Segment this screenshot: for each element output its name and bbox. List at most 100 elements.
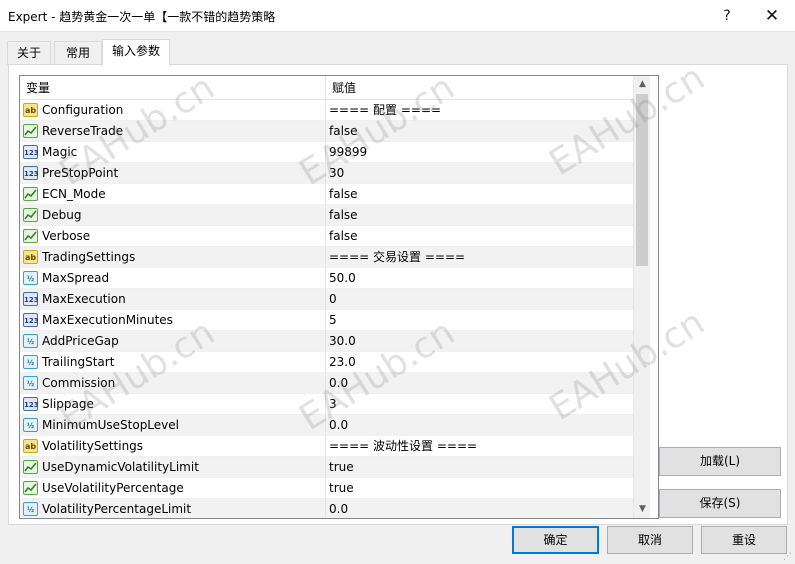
inputs-panel: 变量 赋值 ab Configuration ==== 配置 ==== Reverse… [8, 64, 788, 525]
close-button[interactable]: ✕ [757, 4, 787, 28]
table-row[interactable]: ReverseTrade false [20, 121, 633, 142]
table-row[interactable]: 123 Magic 99899 [20, 142, 633, 163]
parameter-value[interactable]: false [326, 121, 633, 142]
resize-grip-icon[interactable]: ⋰ [783, 552, 793, 562]
title-bar: Expert - 趋势黄金一次一单【一款不错的趋势策略 ? ✕ [0, 0, 795, 32]
parameter-name: VolatilityPercentageLimit [42, 502, 192, 516]
table-row[interactable]: 123 MaxExecutionMinutes 5 [20, 310, 633, 331]
parameter-name-cell: UseVolatilityPercentage [20, 478, 326, 499]
scrollbar-thumb[interactable] [636, 94, 648, 266]
double-type-icon: ½ [23, 418, 38, 432]
double-type-icon: ½ [23, 502, 38, 516]
parameter-name: MaxExecution [42, 292, 126, 306]
parameter-name-cell: ab TradingSettings [20, 247, 326, 268]
table-row[interactable]: ab TradingSettings ==== 交易设置 ==== [20, 247, 633, 268]
parameter-value[interactable]: 5 [326, 310, 633, 331]
parameter-name-cell: Debug [20, 205, 326, 226]
string-type-icon: ab [23, 250, 38, 264]
parameter-name: Debug [42, 208, 82, 222]
help-button[interactable]: ? [712, 4, 742, 28]
integer-type-icon: 123 [23, 397, 39, 411]
parameter-name: TrailingStart [42, 355, 115, 369]
table-row[interactable]: Verbose false [20, 226, 633, 247]
double-type-icon: ½ [23, 355, 38, 369]
parameter-value[interactable]: 99899 [326, 142, 633, 163]
parameter-value[interactable]: false [326, 184, 633, 205]
parameter-value[interactable]: true [326, 457, 633, 478]
table-row[interactable]: ½ VolatilityPercentageLimit 0.0 [20, 499, 633, 518]
table-row[interactable]: ½ MaxSpread 50.0 [20, 268, 633, 289]
cancel-button[interactable]: 取消 [607, 526, 693, 554]
parameter-name-cell: ½ MaxSpread [20, 268, 326, 289]
parameter-name-cell: Verbose [20, 226, 326, 247]
parameter-name: TradingSettings [42, 250, 136, 264]
table-row[interactable]: 123 Slippage 3 [20, 394, 633, 415]
scroll-up-icon[interactable]: ▲ [634, 76, 651, 93]
integer-type-icon: 123 [23, 292, 39, 306]
table-row[interactable]: ECN_Mode false [20, 184, 633, 205]
parameter-value[interactable]: false [326, 205, 633, 226]
parameter-value[interactable]: 23.0 [326, 352, 633, 373]
parameter-name-cell: ½ MinimumUseStopLevel [20, 415, 326, 436]
table-row[interactable]: UseVolatilityPercentage true [20, 478, 633, 499]
parameter-name: Commission [42, 376, 116, 390]
parameter-name-cell: ab VolatilitySettings [20, 436, 326, 457]
parameter-value[interactable]: 0.0 [326, 373, 633, 394]
table-row[interactable]: 123 PreStopPoint 30 [20, 163, 633, 184]
tab-inputs[interactable]: 输入参数 [102, 39, 170, 66]
table-row[interactable]: Debug false [20, 205, 633, 226]
table-row[interactable]: UseDynamicVolatilityLimit true [20, 457, 633, 478]
boolean-type-icon [23, 124, 38, 138]
table-row[interactable]: ½ Commission 0.0 [20, 373, 633, 394]
parameter-value[interactable]: 30 [326, 163, 633, 184]
reset-button[interactable]: 重设 [701, 526, 787, 554]
table-row[interactable]: 123 MaxExecution 0 [20, 289, 633, 310]
parameter-name-cell: 123 Magic [20, 142, 326, 163]
parameter-name-cell: ½ Commission [20, 373, 326, 394]
boolean-type-icon [23, 460, 38, 474]
parameter-name-cell: UseDynamicVolatilityLimit [20, 457, 326, 478]
parameter-value[interactable]: ==== 交易设置 ==== [326, 247, 633, 268]
vertical-scrollbar[interactable]: ▲ ▼ [633, 76, 650, 518]
parameter-name-cell: ab Configuration [20, 100, 326, 121]
integer-type-icon: 123 [23, 145, 39, 159]
parameter-name: Configuration [42, 103, 124, 117]
scroll-down-icon[interactable]: ▼ [634, 501, 651, 518]
save-button[interactable]: 保存(S) [659, 489, 781, 518]
parameter-name-cell: ReverseTrade [20, 121, 326, 142]
parameter-value[interactable]: ==== 波动性设置 ==== [326, 436, 633, 457]
parameter-name: AddPriceGap [42, 334, 119, 348]
string-type-icon: ab [23, 439, 38, 453]
tab-about[interactable]: 关于 [7, 41, 51, 65]
parameters-grid: 变量 赋值 ab Configuration ==== 配置 ==== Reverse… [19, 75, 659, 519]
parameter-name: UseDynamicVolatilityLimit [42, 460, 199, 474]
parameter-name: Verbose [42, 229, 91, 243]
parameter-name: MaxExecutionMinutes [42, 313, 173, 327]
table-row[interactable]: ½ TrailingStart 23.0 [20, 352, 633, 373]
parameter-name: PreStopPoint [42, 166, 119, 180]
parameter-value[interactable]: false [326, 226, 633, 247]
table-row[interactable]: ½ AddPriceGap 30.0 [20, 331, 633, 352]
double-type-icon: ½ [23, 376, 38, 390]
parameter-value[interactable]: true [326, 478, 633, 499]
table-row[interactable]: ½ MinimumUseStopLevel 0.0 [20, 415, 633, 436]
parameter-value[interactable]: 0.0 [326, 415, 633, 436]
table-row[interactable]: ab Configuration ==== 配置 ==== [20, 100, 633, 121]
parameter-name-cell: 123 MaxExecutionMinutes [20, 310, 326, 331]
parameter-value[interactable]: 0 [326, 289, 633, 310]
parameter-name: Magic [42, 145, 78, 159]
column-header-variable[interactable]: 变量 [20, 76, 326, 100]
parameter-value[interactable]: 30.0 [326, 331, 633, 352]
parameter-value[interactable]: ==== 配置 ==== [326, 100, 633, 121]
parameter-name-cell: 123 PreStopPoint [20, 163, 326, 184]
parameter-value[interactable]: 0.0 [326, 499, 633, 518]
table-row[interactable]: ab VolatilitySettings ==== 波动性设置 ==== [20, 436, 633, 457]
parameter-value[interactable]: 50.0 [326, 268, 633, 289]
parameter-name: MaxSpread [42, 271, 110, 285]
grid-header: 变量 赋值 [20, 76, 633, 100]
ok-button[interactable]: 确定 [512, 526, 599, 554]
column-header-value[interactable]: 赋值 [326, 76, 633, 100]
parameter-value[interactable]: 3 [326, 394, 633, 415]
load-button[interactable]: 加载(L) [659, 447, 781, 476]
tab-common[interactable]: 常用 [54, 41, 102, 65]
